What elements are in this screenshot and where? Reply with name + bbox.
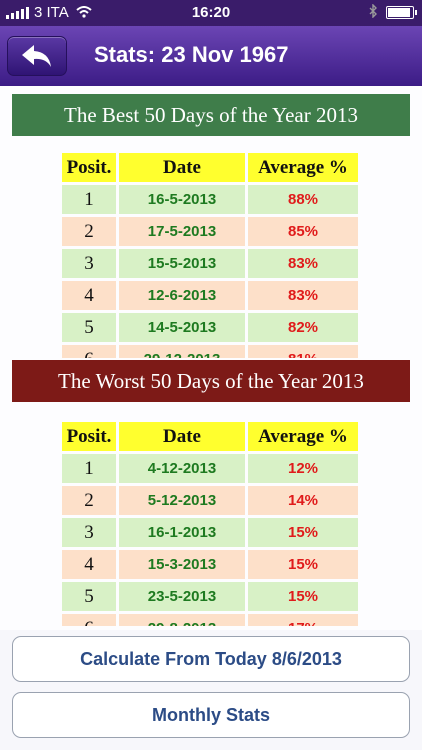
- date-cell: 15-5-2013: [119, 249, 245, 278]
- back-button[interactable]: [7, 36, 67, 76]
- header-average: Average %: [248, 153, 358, 182]
- position-cell: 1: [62, 454, 116, 483]
- average-cell: 85%: [248, 217, 358, 246]
- position-cell: 4: [62, 550, 116, 579]
- table-header: Posit. Date Average %: [62, 153, 358, 182]
- average-cell: 83%: [248, 249, 358, 278]
- table-row: 4 15-3-2013 15%: [62, 550, 358, 579]
- position-cell: 2: [62, 217, 116, 246]
- header-position: Posit.: [62, 153, 116, 182]
- position-cell: 4: [62, 281, 116, 310]
- average-cell: 15%: [248, 582, 358, 611]
- table-header: Posit. Date Average %: [62, 422, 358, 451]
- worst-days-table: Posit. Date Average % 1 4-12-2013 12% 2 …: [62, 419, 358, 626]
- nav-bar: Stats: 23 Nov 1967: [0, 26, 422, 86]
- table-row: 3 15-5-2013 83%: [62, 249, 358, 278]
- header-date: Date: [119, 153, 245, 182]
- date-cell: 16-5-2013: [119, 185, 245, 214]
- table-row: 1 16-5-2013 88%: [62, 185, 358, 214]
- table-row: 6 29-12-2013 81%: [62, 345, 358, 358]
- average-cell: 88%: [248, 185, 358, 214]
- position-cell: 5: [62, 582, 116, 611]
- date-cell: 17-5-2013: [119, 217, 245, 246]
- table-row: 6 29-8-2013 17%: [62, 614, 358, 626]
- status-bar: 3 ITA 16:20: [0, 0, 422, 26]
- best-days-table: Posit. Date Average % 1 16-5-2013 88% 2 …: [62, 150, 358, 358]
- position-cell: 2: [62, 486, 116, 515]
- header-average: Average %: [248, 422, 358, 451]
- monthly-stats-button[interactable]: Monthly Stats: [12, 692, 410, 738]
- position-cell: 6: [62, 614, 116, 626]
- date-cell: 14-5-2013: [119, 313, 245, 342]
- average-cell: 81%: [248, 345, 358, 358]
- stats-scroll-view[interactable]: The Best 50 Days of the Year 2013 Posit.…: [0, 86, 422, 630]
- date-cell: 29-12-2013: [119, 345, 245, 358]
- date-cell: 16-1-2013: [119, 518, 245, 547]
- table-row: 4 12-6-2013 83%: [62, 281, 358, 310]
- bluetooth-icon: [369, 3, 378, 21]
- date-cell: 29-8-2013: [119, 614, 245, 626]
- date-cell: 5-12-2013: [119, 486, 245, 515]
- worst-days-title: The Worst 50 Days of the Year 2013: [12, 360, 410, 402]
- average-cell: 83%: [248, 281, 358, 310]
- position-cell: 6: [62, 345, 116, 358]
- page-title: Stats: 23 Nov 1967: [94, 42, 289, 67]
- average-cell: 14%: [248, 486, 358, 515]
- table-row: 2 5-12-2013 14%: [62, 486, 358, 515]
- average-cell: 12%: [248, 454, 358, 483]
- date-cell: 15-3-2013: [119, 550, 245, 579]
- average-cell: 17%: [248, 614, 358, 626]
- status-right: [369, 3, 417, 21]
- status-time: 16:20: [191, 4, 231, 21]
- date-cell: 12-6-2013: [119, 281, 245, 310]
- table-row: 3 16-1-2013 15%: [62, 518, 358, 547]
- table-row: 5 23-5-2013 15%: [62, 582, 358, 611]
- calculate-from-today-button[interactable]: Calculate From Today 8/6/2013: [12, 636, 410, 682]
- header-date: Date: [119, 422, 245, 451]
- position-cell: 5: [62, 313, 116, 342]
- battery-icon: [386, 6, 417, 19]
- best-days-title: The Best 50 Days of the Year 2013: [12, 94, 410, 136]
- average-cell: 15%: [248, 518, 358, 547]
- position-cell: 1: [62, 185, 116, 214]
- average-cell: 82%: [248, 313, 358, 342]
- header-position: Posit.: [62, 422, 116, 451]
- date-cell: 4-12-2013: [119, 454, 245, 483]
- table-row: 2 17-5-2013 85%: [62, 217, 358, 246]
- table-row: 5 14-5-2013 82%: [62, 313, 358, 342]
- position-cell: 3: [62, 249, 116, 278]
- date-cell: 23-5-2013: [119, 582, 245, 611]
- table-row: 1 4-12-2013 12%: [62, 454, 358, 483]
- back-arrow-icon: [22, 45, 51, 67]
- position-cell: 3: [62, 518, 116, 547]
- average-cell: 15%: [248, 550, 358, 579]
